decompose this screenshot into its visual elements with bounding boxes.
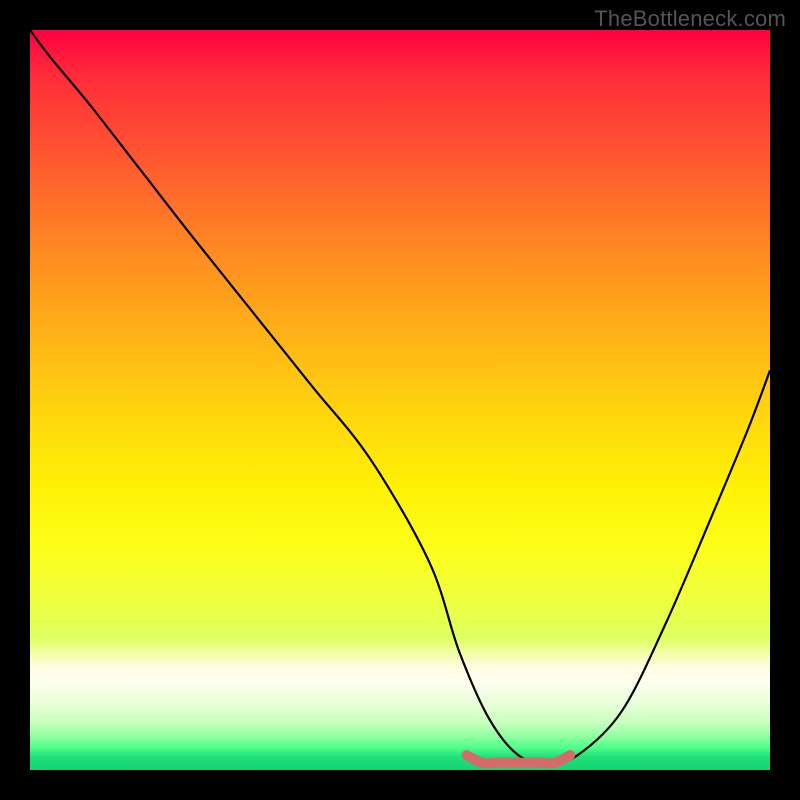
- bottleneck-curve: [30, 30, 770, 770]
- watermark-text: TheBottleneck.com: [594, 6, 786, 32]
- plot-area: [30, 30, 770, 770]
- curve-path: [30, 30, 770, 763]
- chart-frame: TheBottleneck.com: [0, 0, 800, 800]
